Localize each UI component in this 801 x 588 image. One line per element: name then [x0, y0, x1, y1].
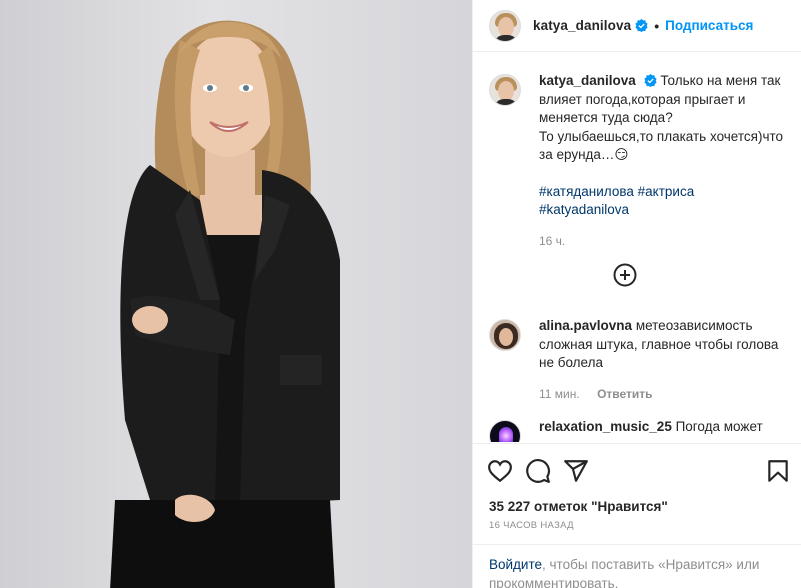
- hashtag-link[interactable]: #katyadanilova: [539, 202, 629, 217]
- caption-time[interactable]: 16 ч.: [539, 232, 789, 251]
- post-header: katya_danilova • Подписаться: [473, 0, 801, 52]
- comment-item: alina.pavlovna метеозависимость сложная …: [489, 317, 789, 403]
- comment-time[interactable]: 11 мин.: [539, 387, 580, 401]
- author-username[interactable]: katya_danilova: [533, 18, 631, 33]
- post-photo[interactable]: [0, 0, 472, 588]
- comment-text: alina.pavlovna метеозависимость сложная …: [539, 317, 789, 373]
- header-separator: •: [654, 17, 660, 34]
- comment-item: relaxation_music_25 Погода может: [489, 418, 789, 442]
- bookmark-icon[interactable]: [765, 458, 791, 484]
- caption-text: katya_danilova Только на меня так влияет…: [539, 72, 789, 165]
- caption-verified-badge-icon: [643, 74, 657, 87]
- comments-list[interactable]: katya_danilova Только на меня так влияет…: [473, 53, 801, 442]
- post-actions: 35 227 отметок "Нравится" 16 ЧАСОВ НАЗАД…: [473, 443, 801, 588]
- author-avatar[interactable]: [489, 9, 521, 42]
- caption-avatar[interactable]: [489, 74, 521, 106]
- reply-button[interactable]: Ответить: [597, 387, 652, 401]
- verified-badge-icon: [635, 19, 648, 32]
- post-timestamp[interactable]: 16 ЧАСОВ НАЗАД: [489, 520, 574, 531]
- caption-body-line2: То улыбаешься,то плакать хочется)что за …: [539, 128, 784, 163]
- comment-username[interactable]: alina.pavlovna: [539, 318, 632, 333]
- caption-hashtags: #катяданилова #актриса #katyadanilova: [539, 183, 789, 220]
- instagram-post: katya_danilova • Подписаться katya_danil…: [0, 0, 801, 588]
- action-icons: [487, 458, 791, 484]
- comment-meta: 11 мин. Ответить: [539, 385, 789, 404]
- hashtag-link[interactable]: #катяданилова: [539, 184, 634, 199]
- comment-icon[interactable]: [525, 458, 551, 484]
- comment-body: Погода может: [675, 419, 763, 434]
- caption-username[interactable]: katya_danilova: [539, 73, 636, 88]
- login-prompt: Войдите, чтобы поставить «Нравится» или …: [473, 544, 801, 588]
- comment-text: relaxation_music_25 Погода может: [539, 418, 789, 437]
- plus-circle-icon[interactable]: [613, 263, 637, 287]
- photo-woman-in-black-blazer: [110, 20, 340, 588]
- commenter-avatar[interactable]: [489, 319, 521, 351]
- share-icon[interactable]: [563, 458, 589, 484]
- post-side-panel: katya_danilova • Подписаться katya_danil…: [472, 0, 801, 588]
- heart-icon[interactable]: [487, 458, 513, 484]
- hashtag-link[interactable]: #актриса: [638, 184, 695, 199]
- commenter-avatar[interactable]: [489, 420, 521, 442]
- login-link[interactable]: Войдите: [489, 557, 542, 572]
- caption-item: katya_danilova Только на меня так влияет…: [489, 72, 789, 250]
- follow-button[interactable]: Подписаться: [665, 18, 753, 33]
- comment-username[interactable]: relaxation_music_25: [539, 419, 672, 434]
- likes-count[interactable]: 35 227 отметок "Нравится": [489, 499, 668, 514]
